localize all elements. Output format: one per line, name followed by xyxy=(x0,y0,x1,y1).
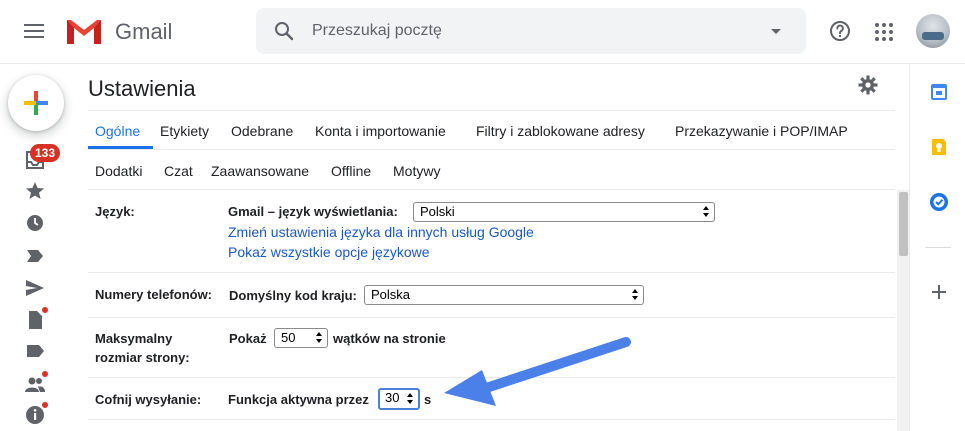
country-code-select[interactable]: Polska xyxy=(364,285,644,305)
main-menu-button[interactable] xyxy=(22,20,46,44)
language-row-label: Język: xyxy=(95,204,135,219)
tab-offline[interactable]: Offline xyxy=(331,163,371,179)
tab-themes[interactable]: Motywy xyxy=(393,163,440,179)
tab-inbox[interactable]: Odebrane xyxy=(231,123,293,139)
account-avatar[interactable] xyxy=(916,14,950,48)
compose-button[interactable] xyxy=(8,75,64,131)
show-all-language-options-link[interactable]: Pokaż wszystkie opcje językowe xyxy=(228,244,430,260)
snoozed-clock-icon[interactable] xyxy=(24,212,46,234)
menu-icon-line xyxy=(24,36,44,38)
annotation-arrow-icon xyxy=(444,337,631,406)
max-page-size-row-label: Maksymalny rozmiar strony: xyxy=(95,331,190,365)
undo-send-row-label: Cofnij wysyłanie: xyxy=(95,392,202,407)
threads-per-page-label: wątków na stronie xyxy=(333,331,446,346)
tab-general[interactable]: Ogólne xyxy=(95,123,140,139)
page-size-value: 50 xyxy=(281,330,296,345)
keep-notes-icon[interactable] xyxy=(929,137,949,157)
page-title: Ustawienia xyxy=(88,76,196,101)
tab-accounts-import[interactable]: Konta i importowanie xyxy=(315,123,446,139)
menu-icon-line xyxy=(24,30,44,32)
country-code-value: Polska xyxy=(371,287,411,302)
important-icon[interactable] xyxy=(24,245,46,267)
info-indicator-dot xyxy=(41,401,49,409)
undo-send-active-label: Funkcja aktywna przez xyxy=(228,392,369,407)
search-icon[interactable] xyxy=(272,19,296,43)
settings-gear-icon[interactable] xyxy=(858,75,878,95)
inbox-unread-badge: 133 xyxy=(30,144,61,162)
undo-send-delay-select[interactable]: 30 xyxy=(378,388,420,410)
change-language-other-services-link[interactable]: Zmień ustawienia języka dla innych usług… xyxy=(228,224,534,240)
display-language-value: Polski xyxy=(420,204,455,219)
search-input[interactable] xyxy=(312,14,752,48)
side-panel-divider xyxy=(925,247,951,248)
display-language-label: Gmail – język wyświetlania: xyxy=(228,204,398,219)
select-arrows-icon xyxy=(316,332,323,344)
drafts-indicator-dot xyxy=(41,306,49,314)
tabs-row2-divider xyxy=(88,189,895,190)
select-arrows-icon xyxy=(407,393,414,405)
undo-send-row-divider xyxy=(88,419,895,420)
default-country-code-label: Domyślny kod kraju: xyxy=(229,288,357,303)
tab-filters-blocked[interactable]: Filtry i zablokowane adresy xyxy=(476,123,645,139)
tab-forwarding-pop-imap[interactable]: Przekazywanie i POP/IMAP xyxy=(675,123,848,139)
calendar-icon[interactable] xyxy=(929,82,949,102)
app-name: Gmail xyxy=(115,19,173,44)
help-icon[interactable] xyxy=(828,19,852,43)
tabs-row1-divider xyxy=(88,149,895,150)
settings-scrollbar-thumb[interactable] xyxy=(899,192,908,256)
tab-chat[interactable]: Czat xyxy=(164,163,193,179)
contacts-indicator-dot xyxy=(41,370,49,378)
tasks-icon[interactable] xyxy=(929,192,949,212)
menu-icon-line xyxy=(24,24,44,26)
gmail-logo-icon[interactable] xyxy=(64,16,104,46)
star-icon[interactable] xyxy=(24,180,46,202)
show-label: Pokaż xyxy=(229,331,267,346)
label-icon[interactable] xyxy=(24,340,46,362)
apps-grid-icon[interactable] xyxy=(872,20,896,44)
language-row-divider xyxy=(88,272,895,273)
add-addon-plus-icon[interactable] xyxy=(929,282,949,302)
select-arrows-icon xyxy=(632,289,639,301)
tab-labels[interactable]: Etykiety xyxy=(160,123,209,139)
tab-addons[interactable]: Dodatki xyxy=(95,163,142,179)
title-divider xyxy=(88,110,895,111)
select-arrows-icon xyxy=(703,206,710,218)
phone-row-divider xyxy=(88,317,895,318)
seconds-unit-label: s xyxy=(424,392,432,407)
plus-icon xyxy=(24,91,48,115)
undo-send-delay-value: 30 xyxy=(385,390,400,405)
search-options-caret-icon[interactable] xyxy=(771,29,781,34)
page-size-select[interactable]: 50 xyxy=(274,328,328,348)
display-language-select[interactable]: Polski xyxy=(413,202,715,222)
tab-advanced[interactable]: Zaawansowane xyxy=(211,163,309,179)
phone-numbers-row-label: Numery telefonów: xyxy=(95,287,213,302)
sent-icon[interactable] xyxy=(24,277,46,299)
